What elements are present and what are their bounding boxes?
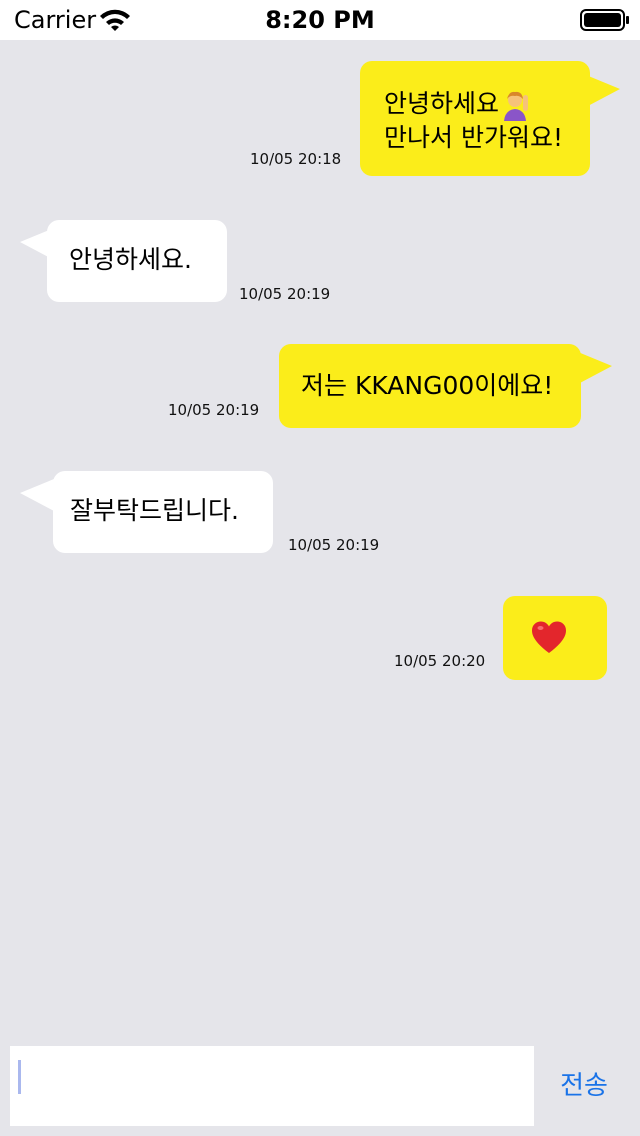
sent-message-bubble: 안녕하세요 만나서 반가워요! bbox=[360, 61, 590, 176]
bubble-tail bbox=[586, 75, 620, 107]
send-button[interactable]: 전송 bbox=[544, 1066, 624, 1106]
message-input[interactable] bbox=[10, 1046, 534, 1126]
text-cursor bbox=[18, 1060, 21, 1094]
red-heart-emoji-icon bbox=[532, 621, 566, 653]
person-raising-hand-emoji-icon bbox=[504, 91, 529, 121]
message-input-bar: 전송 bbox=[0, 1030, 640, 1136]
bubble-tail bbox=[20, 479, 54, 511]
message-timestamp: 10/05 20:19 bbox=[239, 285, 331, 303]
message-text: 안녕하세요. bbox=[69, 245, 192, 274]
message-timestamp: 10/05 20:19 bbox=[168, 401, 260, 419]
bubble-tail bbox=[578, 352, 612, 384]
sent-message-bubble: 저는 KKANG00이에요! bbox=[279, 344, 581, 428]
received-message-bubble: 잘부탁드립니다. bbox=[53, 471, 273, 553]
message-text: 잘부탁드립니다. bbox=[70, 496, 239, 525]
chat-message-list[interactable]: 안녕하세요 만나서 반가워요! 10/05 20:18 안녕하세요. 10/05… bbox=[0, 40, 640, 1030]
status-time: 8:20 PM bbox=[265, 6, 375, 34]
message-text: 안녕하세요 bbox=[384, 87, 590, 121]
message-timestamp: 10/05 20:19 bbox=[288, 536, 380, 554]
message-timestamp: 10/05 20:18 bbox=[250, 150, 342, 168]
message-timestamp: 10/05 20:20 bbox=[394, 652, 486, 670]
message-text: 저는 KKANG00이에요! bbox=[301, 371, 554, 400]
message-text: 만나서 반가워요! bbox=[384, 123, 563, 152]
received-message-bubble: 안녕하세요. bbox=[47, 220, 227, 302]
sent-message-bubble bbox=[503, 596, 607, 680]
status-bar: Carrier 8:20 PM bbox=[0, 0, 640, 40]
battery-full-icon bbox=[580, 9, 629, 31]
